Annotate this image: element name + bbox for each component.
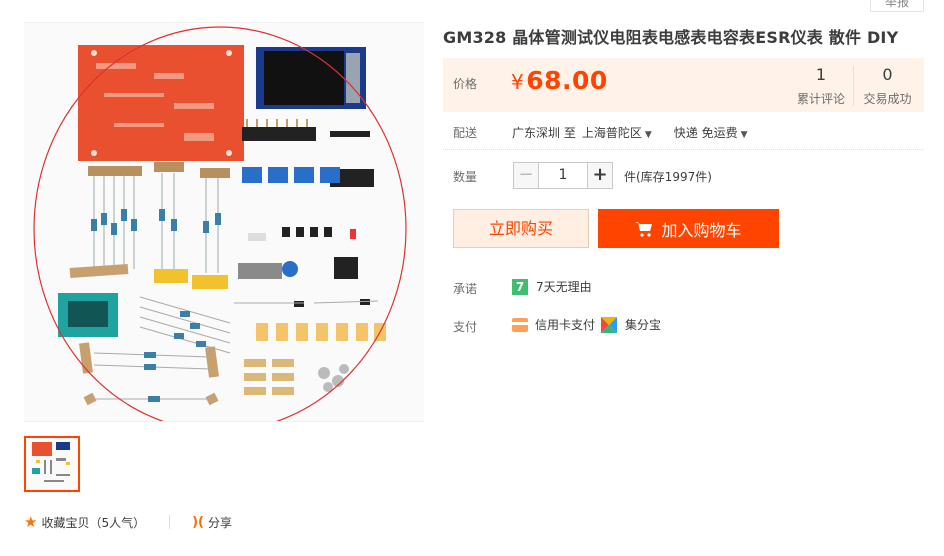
sold-stat: 0 交易成功 — [853, 66, 921, 106]
price-panel: 价格 ¥68.00 1 累计评论 0 交易成功 — [443, 58, 924, 112]
delivery-to-select[interactable]: 上海普陀区 ▼ — [582, 124, 652, 141]
seven-day-return-link[interactable]: 7天无理由 — [536, 278, 592, 295]
delivery-from: 广东深圳 至 — [512, 126, 576, 140]
delivery-info: 广东深圳 至 上海普陀区 ▼ 快递 免运费 ▼ — [512, 124, 748, 141]
buy-now-button[interactable]: 立即购买 — [453, 209, 589, 248]
shipping-method: 快递 免运费 — [673, 126, 738, 140]
payment-label: 支付 — [453, 320, 478, 334]
quantity-label: 数量 — [453, 170, 478, 184]
product-photo — [33, 26, 407, 421]
jifenbao-payment[interactable]: 集分宝 — [625, 316, 661, 333]
share-link[interactable]: 分享 — [208, 514, 232, 531]
thumbnail-1[interactable] — [24, 436, 80, 492]
promise-info: 7 7天无理由 — [512, 278, 592, 295]
price-amount: 68.00 — [526, 66, 608, 95]
delivery-to: 上海普陀区 — [581, 126, 642, 140]
reviews-count: 1 — [815, 65, 827, 84]
add-to-cart-label: 加入购物车 — [661, 220, 742, 240]
chevron-down-icon: ▼ — [740, 130, 748, 140]
star-icon: ★ — [24, 513, 38, 531]
credit-card-payment[interactable]: 信用卡支付 — [535, 316, 595, 333]
favorite-link[interactable]: 收藏宝贝（5人气） — [41, 514, 145, 531]
share-icon: )( — [192, 514, 204, 530]
quantity-input[interactable]: 1 — [539, 162, 587, 189]
sold-count: 0 — [882, 65, 893, 84]
product-title: GM328 晶体管测试仪电阻表电感表电容表ESR仪表 散件 DIY — [443, 28, 899, 47]
currency-symbol: ¥ — [511, 70, 525, 94]
credit-card-icon — [512, 317, 528, 332]
reviews-stat[interactable]: 1 累计评论 — [787, 66, 855, 107]
chevron-down-icon: ▼ — [644, 130, 652, 140]
reviews-label: 累计评论 — [796, 92, 845, 106]
report-link[interactable]: 举报 — [870, 0, 924, 12]
favorite-share-bar: ★ 收藏宝贝（5人气） )( 分享 — [24, 512, 232, 532]
cart-icon — [635, 221, 653, 237]
promise-label: 承诺 — [453, 282, 478, 296]
sold-label: 交易成功 — [863, 92, 912, 106]
price-value: ¥68.00 — [511, 66, 608, 95]
main-product-image[interactable] — [24, 22, 424, 422]
quantity-stepper: − 1 + — [513, 162, 613, 189]
quantity-decrease-button[interactable]: − — [513, 162, 539, 189]
stock-text: 件(库存1997件) — [624, 170, 712, 184]
thumbnail-image — [26, 438, 78, 490]
shipping-method-select[interactable]: 快递 免运费 ▼ — [674, 124, 748, 141]
product-page: ★ 收藏宝贝（5人气） )( 分享 举报 GM328 晶体管测试仪电阻表电感表电… — [0, 0, 944, 556]
jifenbao-icon — [601, 316, 618, 333]
delivery-label: 配送 — [453, 126, 478, 140]
quantity-increase-button[interactable]: + — [587, 162, 613, 189]
divider — [169, 515, 171, 529]
pcb-board — [78, 45, 244, 161]
add-to-cart-button[interactable]: 加入购物车 — [598, 209, 779, 248]
price-label: 价格 — [453, 77, 478, 91]
seven-day-return-icon: 7 — [512, 278, 528, 295]
payment-info: 信用卡支付 集分宝 — [512, 316, 661, 333]
